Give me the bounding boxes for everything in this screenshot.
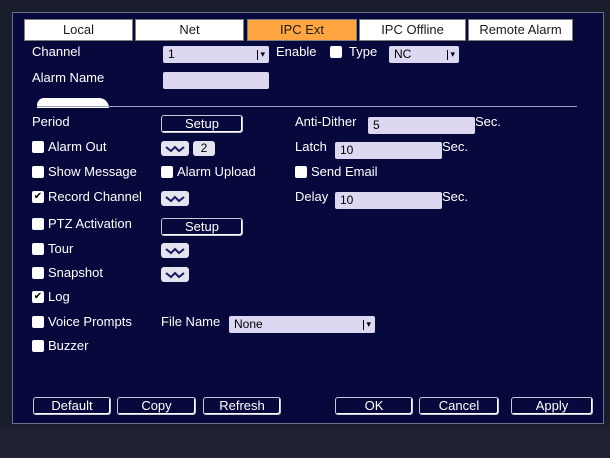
tour-label: Tour [48, 241, 74, 256]
alarm-out-setting-button[interactable] [161, 141, 189, 156]
alarm-settings-panel: Local Net IPC Ext IPC Offline Remote Ala… [12, 12, 604, 424]
ptz-setup-button[interactable]: Setup [161, 218, 243, 236]
tab-remote-alarm[interactable]: Remote Alarm [468, 19, 573, 41]
setting-icon [165, 247, 185, 254]
chevron-down-icon: ▾ [257, 46, 265, 63]
anti-dither-input[interactable]: 5 [368, 117, 475, 134]
snapshot-setting-button[interactable] [161, 267, 189, 282]
send-email-checkbox[interactable] [295, 166, 307, 178]
tab-local[interactable]: Local [24, 19, 133, 41]
tab-net[interactable]: Net [135, 19, 244, 41]
alarm-name-label: Alarm Name [32, 70, 105, 85]
copy-button[interactable]: Copy [117, 397, 196, 415]
alarm-upload-label: Alarm Upload [177, 164, 256, 179]
file-name-value: None [234, 317, 263, 331]
alarm-out-label: Alarm Out [48, 139, 107, 154]
log-checkbox[interactable]: ✔ [32, 291, 44, 303]
checkmark-icon: ✔ [33, 291, 43, 302]
delay-label: Delay [295, 189, 329, 204]
voice-prompts-checkbox[interactable] [32, 316, 44, 328]
setting-icon [165, 271, 185, 278]
buzzer-checkbox[interactable] [32, 340, 44, 352]
channel-select[interactable]: 1 ▾ [163, 46, 269, 63]
ptz-activation-label: PTZ Activation [48, 216, 132, 231]
refresh-button[interactable]: Refresh [203, 397, 281, 415]
ok-button[interactable]: OK [335, 397, 413, 415]
tab-ipc-ext[interactable]: IPC Ext [247, 19, 357, 41]
record-channel-setting-button[interactable] [161, 191, 189, 206]
snapshot-checkbox[interactable] [32, 267, 44, 279]
checkmark-icon: ✔ [33, 191, 43, 202]
tour-checkbox[interactable] [32, 243, 44, 255]
show-message-label: Show Message [48, 164, 137, 179]
record-channel-checkbox[interactable]: ✔ [32, 191, 44, 203]
section-divider [37, 106, 577, 107]
status-strip [0, 428, 610, 458]
delay-input[interactable]: 10 [335, 192, 442, 209]
type-select[interactable]: NC ▾ [389, 46, 459, 63]
enable-label: Enable [276, 44, 317, 59]
send-email-label: Send Email [311, 164, 378, 179]
enable-checkbox[interactable] [330, 46, 342, 58]
file-name-label: File Name [161, 314, 221, 329]
alarm-out-checkbox[interactable] [32, 141, 44, 153]
latch-input[interactable]: 10 [335, 142, 442, 159]
type-value: NC [394, 47, 412, 61]
period-setup-button[interactable]: Setup [161, 115, 243, 133]
ptz-activation-checkbox[interactable] [32, 218, 44, 230]
alarm-out-count-badge: 2 [193, 141, 215, 156]
alarm-name-input[interactable] [163, 72, 269, 89]
latch-unit: Sec. [442, 139, 469, 154]
chevron-down-icon: ▾ [363, 316, 371, 333]
apply-button[interactable]: Apply [511, 397, 593, 415]
log-label: Log [48, 289, 70, 304]
delay-unit: Sec. [442, 189, 469, 204]
snapshot-label: Snapshot [48, 265, 103, 280]
tour-setting-button[interactable] [161, 243, 189, 258]
setting-icon [165, 145, 185, 152]
anti-dither-label: Anti-Dither [295, 114, 357, 129]
type-label: Type [349, 44, 378, 59]
anti-dither-unit: Sec. [475, 114, 502, 129]
channel-value: 1 [168, 47, 175, 61]
cancel-button[interactable]: Cancel [419, 397, 499, 415]
buzzer-label: Buzzer [48, 338, 89, 353]
channel-label: Channel [32, 44, 81, 59]
alarm-upload-checkbox[interactable] [161, 166, 173, 178]
setting-icon [165, 195, 185, 202]
period-label: Period [32, 114, 70, 129]
record-channel-label: Record Channel [48, 189, 142, 204]
default-button[interactable]: Default [33, 397, 111, 415]
latch-label: Latch [295, 139, 327, 154]
chevron-down-icon: ▾ [447, 46, 455, 63]
show-message-checkbox[interactable] [32, 166, 44, 178]
file-name-select[interactable]: None ▾ [229, 316, 375, 333]
tab-ipc-offline[interactable]: IPC Offline [359, 19, 466, 41]
voice-prompts-label: Voice Prompts [48, 314, 132, 329]
